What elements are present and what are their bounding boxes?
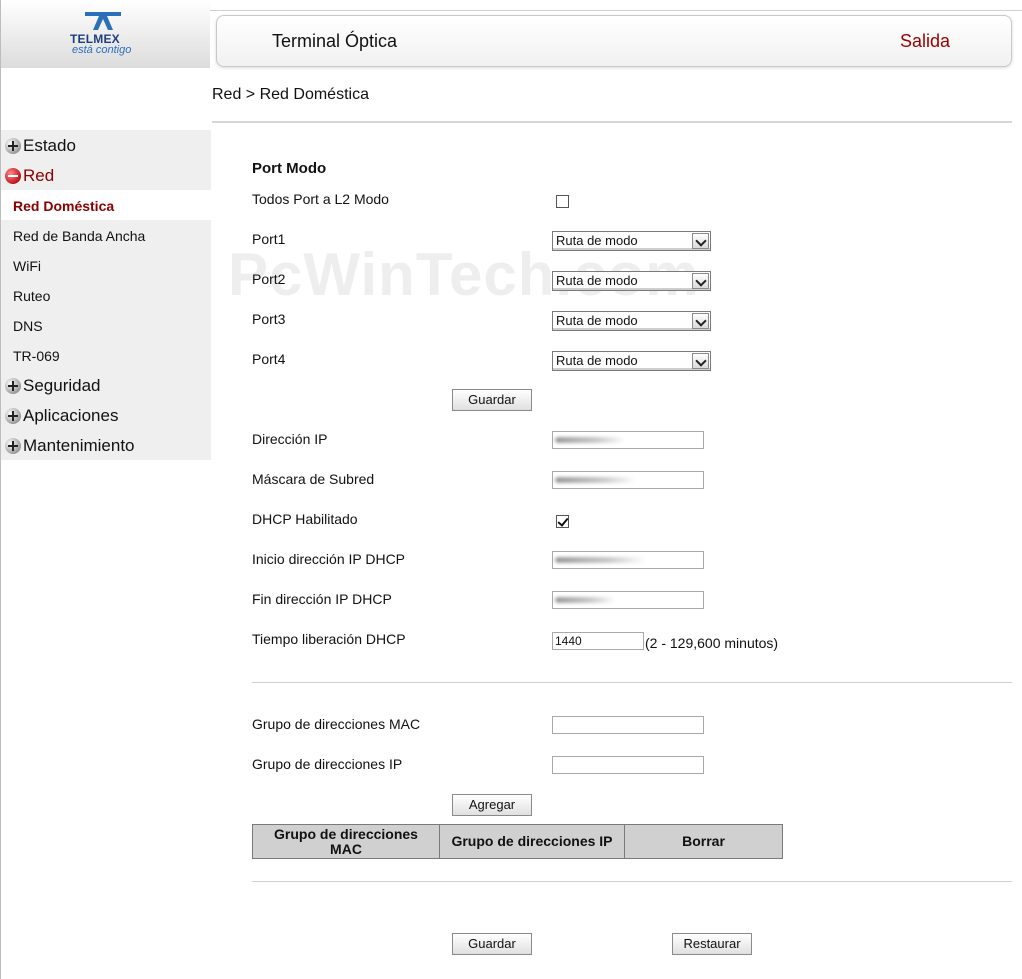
- page-title: Terminal Óptica: [272, 31, 398, 51]
- port-mode-title: Port Modo: [252, 160, 327, 177]
- sidebar-section-label: Red: [23, 166, 55, 185]
- expand-plus-icon: [5, 378, 21, 394]
- dhcp-enabled-label: DHCP Habilitado: [252, 511, 358, 527]
- dhcp-start-input[interactable]: [552, 551, 704, 569]
- sidebar-section-label: Aplicaciones: [23, 406, 119, 425]
- redacted-value: [555, 437, 625, 443]
- header-divider: [212, 121, 1012, 123]
- redacted-value: [555, 557, 645, 563]
- dhcp-lease-hint: (2 - 129,600 minutos): [645, 635, 779, 651]
- sidebar-section-label: Estado: [23, 136, 76, 155]
- dhcp-end-label: Fin dirección IP DHCP: [252, 591, 392, 607]
- sidebar-section-label: Seguridad: [23, 376, 101, 395]
- mac-group-label: Grupo de direcciones MAC: [252, 716, 421, 732]
- sidebar-item-wifi[interactable]: WiFi: [13, 251, 41, 281]
- restore-button[interactable]: Restaurar: [672, 933, 752, 955]
- logout-link[interactable]: Salida: [900, 31, 950, 52]
- subnet-mask-label: Máscara de Subred: [252, 471, 375, 487]
- port1-select[interactable]: Ruta de modo: [552, 231, 711, 251]
- sidebar-item-ruteo[interactable]: Ruteo: [13, 281, 50, 311]
- sidebar-item-tr069[interactable]: TR-069: [13, 341, 60, 371]
- port2-select[interactable]: Ruta de modo: [552, 271, 711, 291]
- dhcp-enabled-checkbox[interactable]: [556, 515, 569, 528]
- col-mac-group: Grupo de direcciones MAC: [252, 824, 440, 859]
- logo-area: TELMEX está contigo: [1, 0, 211, 68]
- sidebar-section-aplicaciones[interactable]: Aplicaciones: [5, 403, 118, 429]
- chevron-down-icon: [692, 273, 709, 289]
- dhcp-end-input[interactable]: [552, 591, 704, 609]
- col-ip-group: Grupo de direcciones IP: [439, 824, 625, 859]
- mac-group-input[interactable]: [552, 716, 704, 734]
- add-button[interactable]: Agregar: [452, 794, 532, 816]
- port2-label: Port2: [252, 271, 286, 287]
- ip-group-label: Grupo de direcciones IP: [252, 756, 403, 772]
- chevron-down-icon: [692, 353, 709, 369]
- port-save-button[interactable]: Guardar: [452, 389, 532, 411]
- top-header: Terminal Óptica Salida: [210, 10, 1022, 72]
- sidebar-item-red-banda-ancha[interactable]: Red de Banda Ancha: [13, 221, 145, 251]
- subnet-mask-input[interactable]: [552, 471, 704, 489]
- port4-select[interactable]: Ruta de modo: [552, 351, 711, 371]
- dhcp-lease-input[interactable]: 1440: [552, 632, 644, 650]
- expand-plus-icon: [5, 408, 21, 424]
- all-l2-label: Todos Port a L2 Modo: [252, 191, 389, 207]
- section-divider: [252, 682, 1012, 683]
- breadcrumb: Red > Red Doméstica: [212, 86, 369, 103]
- port1-select-value: Ruta de modo: [556, 233, 638, 248]
- table-header-row: Grupo de direcciones MAC Grupo de direcc…: [252, 824, 783, 859]
- collapse-minus-icon: [5, 168, 21, 184]
- chevron-down-icon: [692, 313, 709, 329]
- ip-group-input[interactable]: [552, 756, 704, 774]
- ip-address-label: Dirección IP: [252, 431, 328, 447]
- dhcp-lease-label: Tiempo liberación DHCP: [252, 631, 406, 647]
- col-delete: Borrar: [624, 824, 783, 859]
- port3-select[interactable]: Ruta de modo: [552, 311, 711, 331]
- binding-table: Grupo de direcciones MAC Grupo de direcc…: [252, 824, 783, 859]
- chevron-down-icon: [692, 233, 709, 249]
- redacted-value: [555, 597, 615, 603]
- sidebar-section-label: Mantenimiento: [23, 436, 135, 455]
- all-l2-checkbox[interactable]: [556, 195, 569, 208]
- port3-label: Port3: [252, 311, 286, 327]
- sidebar-item-red-domestica[interactable]: Red Doméstica: [13, 191, 114, 221]
- port2-select-value: Ruta de modo: [556, 273, 638, 288]
- expand-plus-icon: [5, 438, 21, 454]
- sidebar-section-seguridad[interactable]: Seguridad: [5, 373, 101, 399]
- port3-select-value: Ruta de modo: [556, 313, 638, 328]
- brand-tagline: está contigo: [72, 44, 132, 56]
- sidebar-section-red[interactable]: Red: [5, 163, 54, 189]
- redacted-value: [555, 477, 635, 483]
- sidebar-section-estado[interactable]: Estado: [5, 133, 76, 159]
- save-button[interactable]: Guardar: [452, 933, 532, 955]
- sidebar-section-mantenimiento[interactable]: Mantenimiento: [5, 433, 135, 459]
- port4-label: Port4: [252, 351, 286, 367]
- dhcp-start-label: Inicio dirección IP DHCP: [252, 551, 406, 567]
- telmex-logo-icon: [85, 12, 121, 30]
- left-sidebar: TELMEX está contigo Estado Red Red Domés…: [0, 0, 211, 979]
- ip-address-input[interactable]: [552, 431, 704, 449]
- sidebar-item-dns[interactable]: DNS: [13, 311, 43, 341]
- port1-label: Port1: [252, 231, 286, 247]
- expand-plus-icon: [5, 138, 21, 154]
- section-divider: [252, 881, 1012, 882]
- port4-select-value: Ruta de modo: [556, 353, 638, 368]
